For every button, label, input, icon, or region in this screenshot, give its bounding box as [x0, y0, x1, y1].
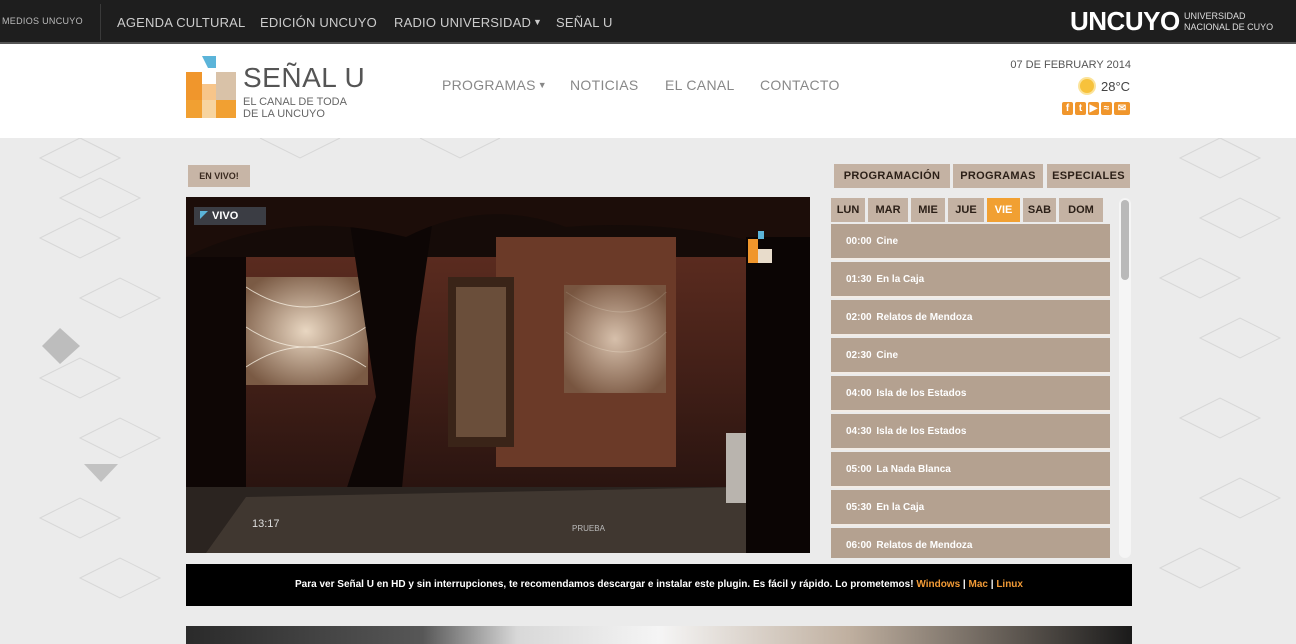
- logo-sub-line-2: DE LA UNCUYO: [243, 108, 325, 120]
- weather-widget: 28°C: [1078, 77, 1132, 95]
- scrollbar-thumb[interactable]: [1121, 200, 1129, 280]
- schedule-item[interactable]: 00:00 Cine: [831, 224, 1110, 260]
- schedule-title: Isla de los Estados: [876, 388, 967, 399]
- schedule-item[interactable]: 02:30 Cine: [831, 338, 1110, 374]
- brand-sub-line-1: UNIVERSIDAD: [1184, 11, 1246, 21]
- schedule-item[interactable]: 01:30 En la Caja: [831, 262, 1110, 298]
- schedule-item[interactable]: 02:00 Relatos de Mendoza: [831, 300, 1110, 336]
- top-link-radio[interactable]: RADIO UNIVERSIDAD ▼: [394, 15, 542, 30]
- featured-banner[interactable]: [186, 626, 1132, 644]
- youtube-icon[interactable]: ▶: [1088, 102, 1099, 115]
- schedule-time: 00:00: [846, 236, 872, 247]
- top-link-agenda[interactable]: AGENDA CULTURAL: [117, 15, 245, 30]
- caret-down-icon: ▼: [533, 17, 543, 27]
- schedule-scrollbar[interactable]: [1119, 198, 1131, 558]
- schedule-title: Cine: [876, 236, 899, 247]
- schedule-item[interactable]: 06:00 Relatos de Mendoza: [831, 528, 1110, 558]
- caret-down-icon: ▼: [537, 80, 547, 90]
- schedule-title: Relatos de Mendoza: [876, 312, 973, 323]
- top-link-radio-label: RADIO UNIVERSIDAD: [394, 15, 532, 30]
- tab-especiales[interactable]: ESPECIALES: [1047, 164, 1130, 188]
- tab-programacion[interactable]: PROGRAMACIÓN: [834, 164, 950, 188]
- uncuyo-logo-subtitle: UNIVERSIDAD NACIONAL DE CUYO: [1184, 11, 1294, 33]
- uncuyo-logo[interactable]: UNCUYO: [1070, 6, 1180, 37]
- schedule-title: En la Caja: [876, 274, 925, 285]
- live-triangle-icon: [200, 211, 208, 219]
- separator: |: [960, 579, 969, 590]
- medios-uncuyo-link[interactable]: MEDIOS UNCUYO: [2, 16, 83, 26]
- video-frame: [186, 197, 810, 553]
- senal-u-logo-icon[interactable]: [186, 54, 236, 118]
- video-caption: PRUEBA: [572, 524, 605, 533]
- schedule-time: 04:00: [846, 388, 872, 399]
- day-vie[interactable]: VIE: [987, 198, 1020, 222]
- schedule-time: 05:30: [846, 502, 872, 513]
- schedule-item[interactable]: 05:30 En la Caja: [831, 490, 1110, 526]
- mail-icon[interactable]: ✉: [1114, 102, 1130, 115]
- day-sab[interactable]: SAB: [1023, 198, 1056, 222]
- nav-el-canal[interactable]: EL CANAL: [665, 77, 735, 93]
- sun-icon: [1080, 79, 1094, 93]
- schedule-item[interactable]: 04:30 Isla de los Estados: [831, 414, 1110, 450]
- live-label: EN VIVO!: [188, 165, 250, 187]
- nav-contacto[interactable]: CONTACTO: [760, 77, 840, 93]
- schedule-title: Relatos de Mendoza: [876, 540, 973, 551]
- schedule-item[interactable]: 04:00 Isla de los Estados: [831, 376, 1110, 412]
- live-badge-label: VIVO: [212, 210, 239, 222]
- top-bar: MEDIOS UNCUYO AGENDA CULTURAL EDICIÓN UN…: [0, 0, 1296, 44]
- video-timecode: 13:17: [252, 518, 280, 530]
- nav-noticias[interactable]: NOTICIAS: [570, 77, 639, 93]
- day-mie[interactable]: MIE: [911, 198, 945, 222]
- logo-subtitle: EL CANAL DE TODA DE LA UNCUYO: [243, 96, 363, 120]
- top-link-edicion[interactable]: EDICIÓN UNCUYO: [260, 15, 377, 30]
- logo-sub-line-1: EL CANAL DE TODA: [243, 96, 347, 108]
- schedule-time: 05:00: [846, 464, 872, 475]
- linux-link[interactable]: Linux: [996, 579, 1023, 590]
- schedule-title: Cine: [876, 350, 899, 361]
- rss-icon[interactable]: ≈: [1101, 102, 1112, 115]
- schedule-title: Isla de los Estados: [876, 426, 967, 437]
- mac-link[interactable]: Mac: [969, 579, 988, 590]
- nav-programas[interactable]: PROGRAMAS ▼: [442, 77, 547, 93]
- day-lun[interactable]: LUN: [831, 198, 865, 222]
- day-dom[interactable]: DOM: [1059, 198, 1103, 222]
- plugin-notice-text: Para ver Señal U en HD y sin interrupcio…: [295, 579, 914, 590]
- schedule-time: 02:00: [846, 312, 872, 323]
- plugin-notice: Para ver Señal U en HD y sin interrupcio…: [186, 564, 1132, 606]
- live-video-player[interactable]: VIVO 13:17 PRUEBA: [186, 197, 810, 553]
- schedule-time: 01:30: [846, 274, 872, 285]
- schedule-title: En la Caja: [876, 502, 925, 513]
- social-links: f t ▶ ≈ ✉: [1062, 102, 1132, 116]
- tab-programas[interactable]: PROGRAMAS: [953, 164, 1043, 188]
- facebook-icon[interactable]: f: [1062, 102, 1073, 115]
- schedule-list: 00:00 Cine 01:30 En la Caja 02:00 Relato…: [831, 224, 1111, 558]
- schedule-time: 06:00: [846, 540, 872, 551]
- day-jue[interactable]: JUE: [948, 198, 984, 222]
- twitter-icon[interactable]: t: [1075, 102, 1086, 115]
- top-link-senal-u[interactable]: SEÑAL U: [556, 15, 613, 30]
- live-badge: VIVO: [194, 207, 266, 225]
- temperature: 28°C: [1101, 79, 1131, 94]
- schedule-title: La Nada Blanca: [876, 464, 951, 475]
- divider: [100, 4, 101, 40]
- schedule-item[interactable]: 05:00 La Nada Blanca: [831, 452, 1110, 488]
- nav-programas-label: PROGRAMAS: [442, 77, 536, 93]
- day-mar[interactable]: MAR: [868, 198, 908, 222]
- windows-link[interactable]: Windows: [916, 579, 960, 590]
- schedule-time: 04:30: [846, 426, 872, 437]
- site-header: SEÑAL U EL CANAL DE TODA DE LA UNCUYO PR…: [0, 44, 1296, 138]
- brand-sub-line-2: NACIONAL DE CUYO: [1184, 22, 1274, 32]
- current-date: 07 DE FEBRUARY 2014: [1010, 59, 1131, 71]
- logo-title[interactable]: SEÑAL U: [243, 64, 365, 92]
- schedule-time: 02:30: [846, 350, 872, 361]
